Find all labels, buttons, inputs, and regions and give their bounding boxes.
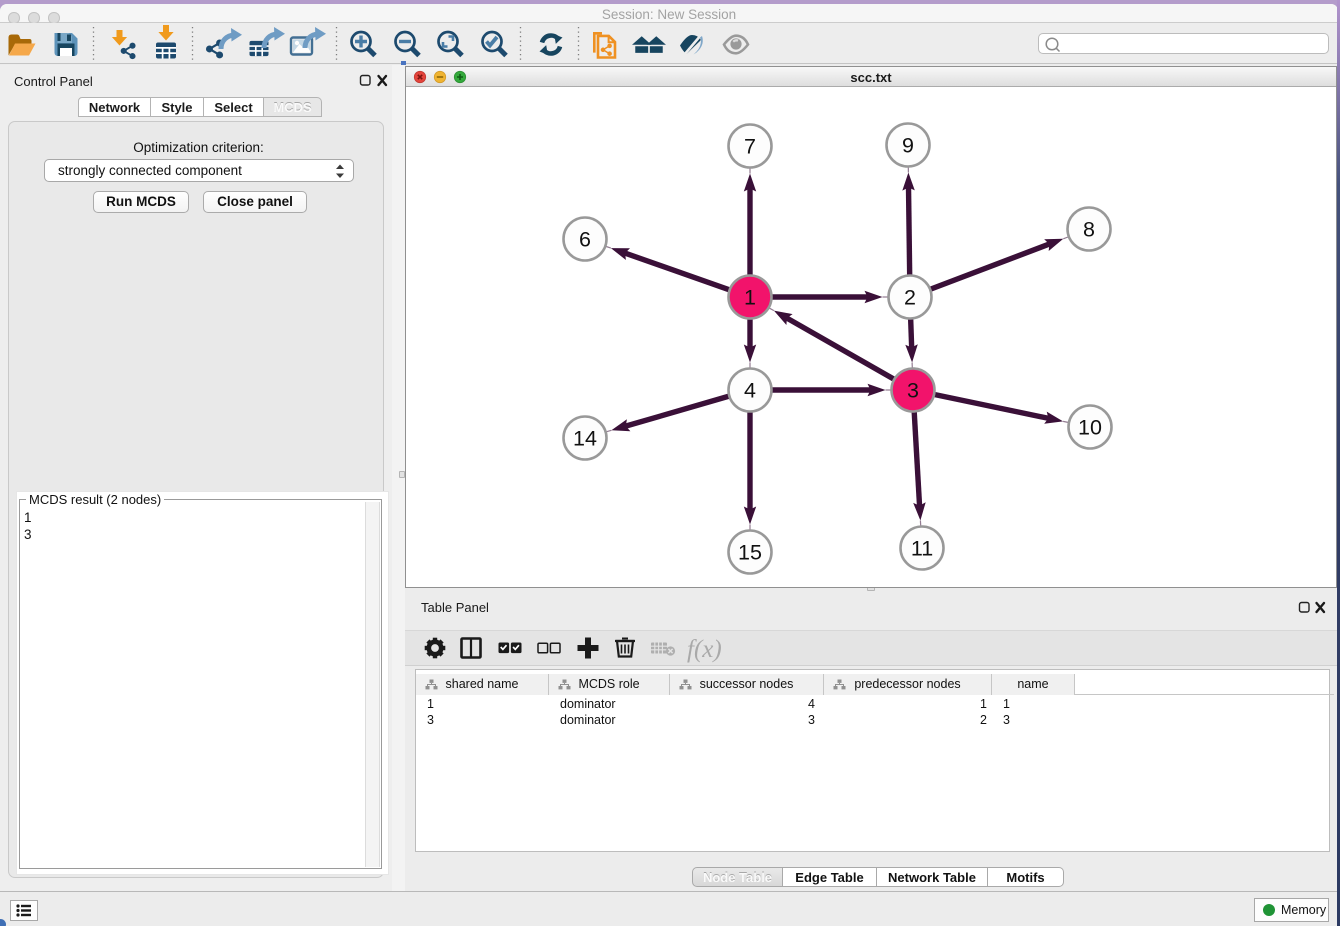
svg-text:2: 2 <box>904 286 916 310</box>
svg-text:7: 7 <box>744 135 756 159</box>
svg-text:8: 8 <box>1083 218 1095 242</box>
svg-text:11: 11 <box>911 537 933 561</box>
svg-text:1: 1 <box>744 286 756 310</box>
svg-text:10: 10 <box>1078 416 1102 440</box>
svg-text:14: 14 <box>573 427 597 451</box>
svg-text:9: 9 <box>902 134 914 158</box>
svg-text:15: 15 <box>738 541 762 565</box>
svg-text:3: 3 <box>907 379 919 403</box>
svg-text:f(x): f(x) <box>687 636 722 663</box>
svg-text:4: 4 <box>744 379 756 403</box>
svg-text:6: 6 <box>579 228 591 252</box>
